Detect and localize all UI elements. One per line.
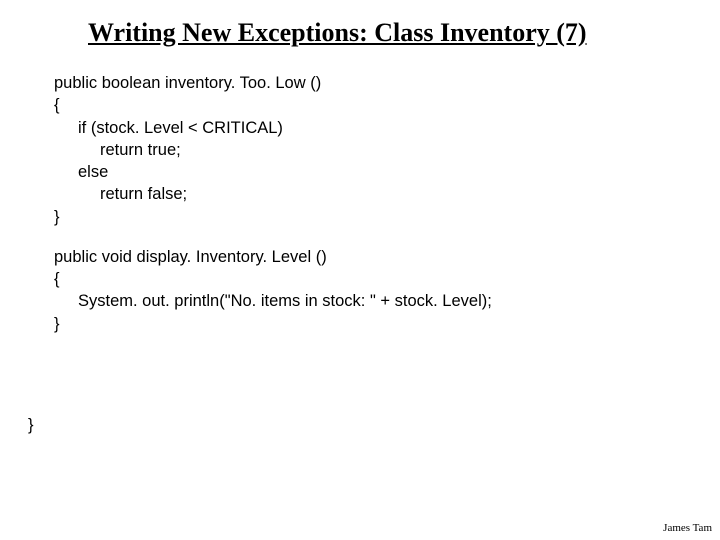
code-line: public void display. Inventory. Level () bbox=[54, 246, 492, 268]
code-line: return false; bbox=[54, 183, 492, 205]
code-line: } bbox=[54, 313, 492, 335]
attribution: James Tam bbox=[663, 522, 712, 534]
code-line: } bbox=[28, 416, 34, 435]
code-line: } bbox=[54, 206, 492, 228]
code-line: if (stock. Level < CRITICAL) bbox=[54, 117, 492, 139]
code-line: System. out. println("No. items in stock… bbox=[54, 290, 492, 312]
code-line: { bbox=[54, 94, 492, 116]
code-line: return true; bbox=[54, 139, 492, 161]
code-block: public boolean inventory. Too. Low () { … bbox=[54, 72, 492, 335]
slide-title: Writing New Exceptions: Class Inventory … bbox=[88, 18, 587, 48]
code-line: { bbox=[54, 268, 492, 290]
code-line: public boolean inventory. Too. Low () bbox=[54, 72, 492, 94]
code-line: else bbox=[54, 161, 492, 183]
